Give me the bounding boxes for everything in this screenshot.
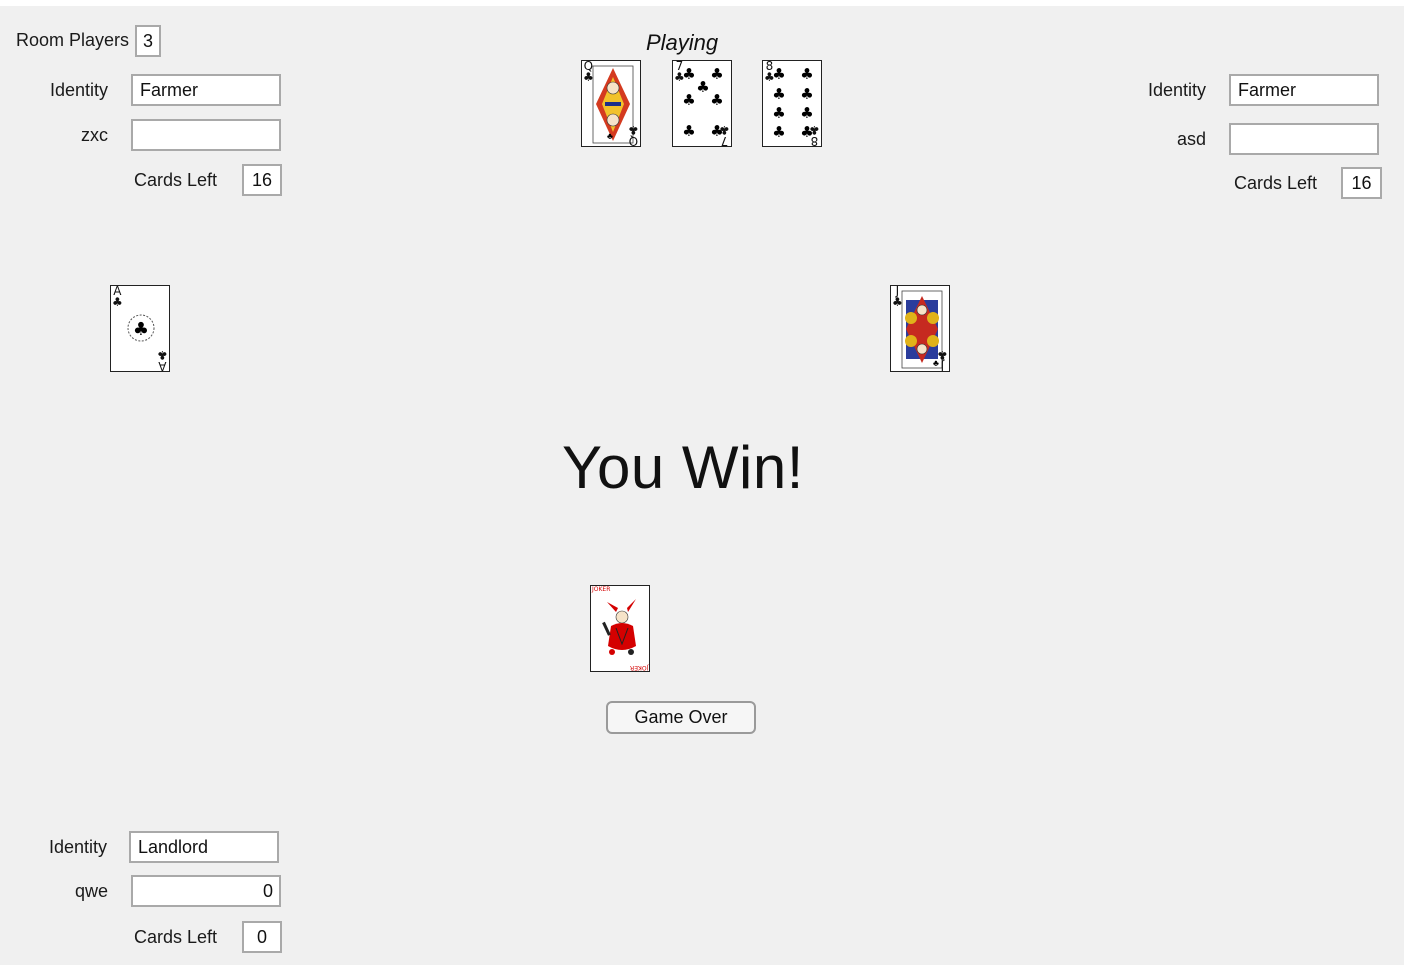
right-identity-label: Identity [1148, 80, 1207, 100]
left-cards-left-label: Cards Left [134, 170, 218, 190]
svg-text:♣: ♣ [682, 91, 695, 109]
bottom-cards-left-count: 0 [242, 921, 282, 953]
landlord-card-eight-clubs: 8 ♣ ♣ ♣ ♣ ♣ ♣ ♣ ♣ ♣ 8 ♣ [762, 60, 822, 147]
bottom-score-field: 0 [131, 875, 281, 907]
game-over-button[interactable]: Game Over [606, 701, 756, 734]
svg-text:♣: ♣ [133, 319, 149, 340]
right-cards-left-label: Cards Left [1234, 173, 1318, 193]
left-played-card-ace-clubs: A ♣ ♣ A ♣ [110, 285, 170, 372]
landlord-card-seven-clubs: 7 ♣ ♣ ♣ ♣ ♣ ♣ ♣ ♣ 7 ♣ [672, 60, 732, 147]
bottom-cards-left-label: Cards Left [134, 927, 218, 947]
bottom-identity-label: Identity [49, 837, 108, 857]
card-rank-bottom: J ♣ [937, 348, 948, 372]
left-cards-left-count: 16 [242, 164, 282, 196]
game-status-label: Playing [646, 30, 719, 55]
svg-text:♣: ♣ [710, 91, 723, 109]
svg-text:♣: ♣ [696, 78, 709, 96]
right-identity-field: Farmer [1229, 74, 1379, 106]
right-played-card-jack-clubs: J ♣ ♣ J ♣ [890, 285, 950, 372]
card-rank-bottom: 8 ♣ [809, 123, 820, 147]
room-players-count: 3 [135, 25, 161, 57]
svg-text:♣: ♣ [800, 65, 813, 83]
left-identity-field: Farmer [131, 74, 281, 106]
left-player-name: zxc [81, 125, 108, 145]
right-cards-left-count: 16 [1341, 167, 1382, 199]
bottom-identity-field: Landlord [129, 831, 279, 863]
card-rank-bottom: JOKER [629, 664, 648, 671]
svg-text:♣: ♣ [800, 104, 813, 122]
svg-text:♣: ♣ [682, 122, 695, 140]
right-player-name: asd [1177, 129, 1207, 149]
result-message: You Win! [562, 434, 804, 501]
landlord-card-queen-clubs: Q ♣ ♣ Q ♣ [581, 60, 641, 147]
card-rank-bottom: Q ♣ [628, 123, 639, 147]
card-rank-bottom: A ♣ [157, 348, 168, 372]
svg-text:♣: ♣ [710, 65, 723, 83]
bottom-played-card-joker: JOKER JOKER [590, 585, 650, 672]
left-identity-label: Identity [50, 80, 109, 100]
bottom-player-name: qwe [75, 881, 109, 901]
card-rank-bottom: 7 ♣ [719, 123, 730, 147]
svg-text:♣: ♣ [682, 65, 695, 83]
joker-icon [602, 599, 636, 655]
svg-text:♣: ♣ [772, 65, 785, 83]
svg-text:♣: ♣ [607, 131, 613, 141]
room-players-label: Room Players [16, 30, 130, 50]
game-window: Room Players 3 Identity Farmer zxc Cards… [0, 6, 1404, 965]
svg-text:♣: ♣ [772, 123, 785, 141]
right-score-field [1229, 123, 1379, 155]
svg-text:♣: ♣ [772, 85, 785, 103]
left-score-field [131, 119, 281, 151]
svg-text:♣: ♣ [800, 85, 813, 103]
svg-text:♣: ♣ [772, 104, 785, 122]
